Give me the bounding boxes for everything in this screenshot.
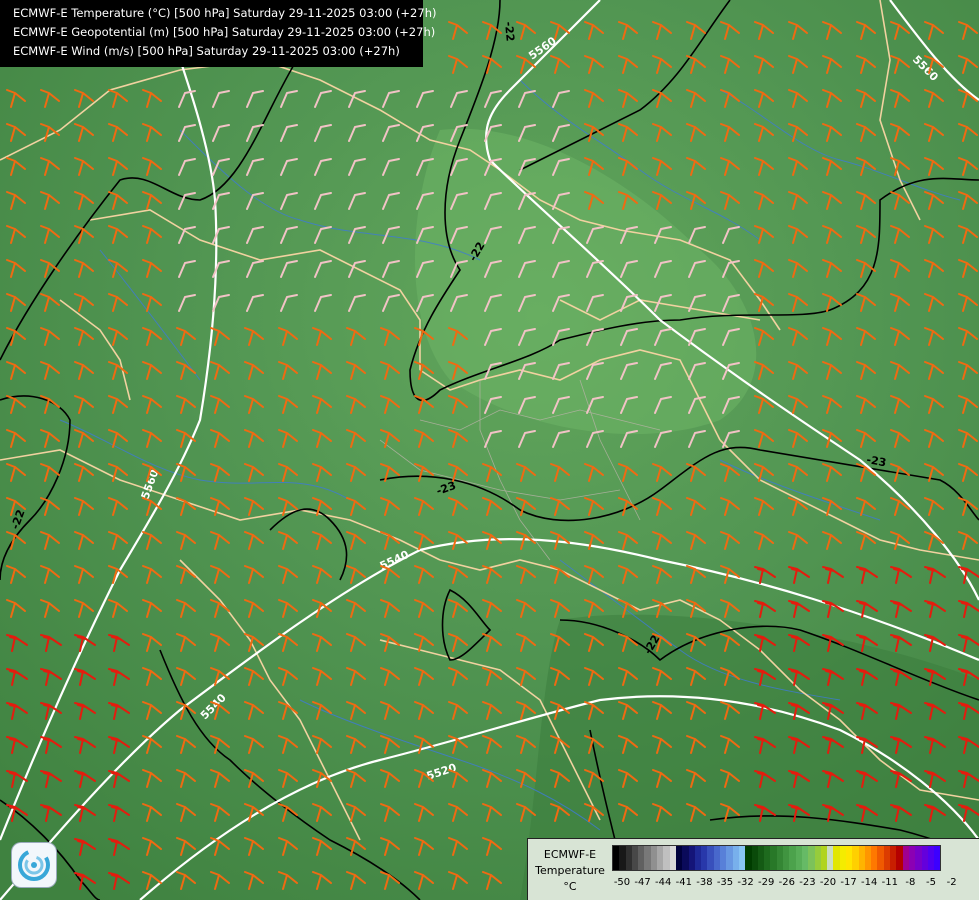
legend-title-unit: °C [563, 880, 577, 893]
legend-title: ECMWF-E Temperature °C [528, 847, 612, 895]
legend-tick-label: -38 [696, 877, 713, 888]
legend-title-model: ECMWF-E [543, 848, 597, 861]
legend-tick-label: -20 [819, 877, 837, 888]
legend-tick-label: -29 [758, 877, 775, 888]
header-temperature-line: ECMWF-E Temperature (°C) [500 hPa] Satur… [13, 6, 437, 20]
isotherm-label: -22 [502, 21, 517, 42]
header-geopotential-line: ECMWF-E Geopotential (m) [500 hPa] Satur… [13, 25, 436, 39]
temperature-legend: ECMWF-E Temperature °C -50 -47 -44 -41 -38 -3… [527, 838, 979, 900]
ecmwf-swirl-logo [12, 843, 56, 887]
map-header: ECMWF-E Temperature (°C) [500 hPa] Satur… [0, 0, 437, 67]
legend-tick-label: -26 [778, 877, 795, 888]
swirl-icon [18, 849, 50, 881]
legend-color-bar [612, 845, 942, 871]
legend-tick-label: -41 [675, 877, 692, 888]
legend-tick-label: -35 [716, 877, 734, 888]
legend-title-variable: Temperature [535, 864, 605, 877]
legend-tick-label: -2 [946, 877, 957, 888]
legend-tick-label: -50 [613, 877, 631, 888]
legend-swatch [934, 846, 941, 870]
legend-tick-label: -11 [881, 877, 898, 888]
legend-tick-label: -8 [905, 877, 916, 888]
legend-tick-label: -5 [926, 877, 936, 888]
header-wind-line: ECMWF-E Wind (m/s) [500 hPa] Saturday 29… [13, 44, 400, 58]
legend-tick-label: -47 [634, 877, 651, 888]
weather-map: 5560 5560 5540 5540 5520 5560 -22 -22 -2… [0, 0, 979, 900]
legend-tick-label: -44 [655, 877, 672, 888]
legend-ticks: -50 -47 -44 -41 -38 -35 -32 -29 -26 -23 -20 -17 -14-… [612, 877, 972, 891]
legend-tick-label: -17 [840, 877, 857, 888]
legend-tick-label: -23 [799, 877, 816, 888]
legend-tick-label: -14 [861, 877, 878, 888]
legend-tick-label: -32 [737, 877, 754, 888]
